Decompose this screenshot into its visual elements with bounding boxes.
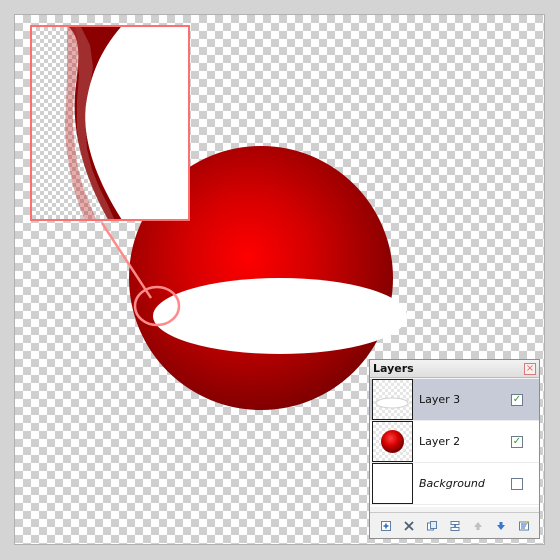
duplicate-layer-icon[interactable] — [425, 519, 439, 533]
layer-thumbnail-layer-2 — [372, 421, 413, 462]
layer-row-background[interactable]: Background — [370, 463, 539, 505]
layer-row-layer-3[interactable]: Layer 3 ✓ — [370, 379, 539, 421]
visibility-checkbox-background[interactable] — [511, 477, 523, 490]
properties-icon[interactable] — [517, 519, 531, 533]
visibility-checkbox-layer-3[interactable]: ✓ — [511, 393, 523, 406]
add-layer-icon[interactable] — [379, 519, 393, 533]
move-up-icon — [471, 519, 485, 533]
layer-thumbnail-background — [372, 463, 413, 504]
close-glyph: × — [525, 362, 535, 374]
layers-panel: Layers × Layer 3 ✓ Layer 2 ✓ Background — [369, 359, 540, 539]
panel-title: Layers — [373, 362, 414, 375]
check-icon: ✓ — [512, 435, 522, 447]
band-ellipse — [153, 278, 407, 354]
layer-row-layer-2[interactable]: Layer 2 ✓ — [370, 421, 539, 463]
layer-thumbnail-icon — [375, 397, 409, 409]
delete-layer-icon[interactable] — [402, 519, 416, 533]
layer-name-layer-2: Layer 2 — [419, 435, 461, 448]
panel-header: Layers × — [370, 360, 539, 378]
check-icon: ✓ — [512, 393, 522, 405]
merge-layer-icon[interactable] — [448, 519, 462, 533]
layer-name-layer-3: Layer 3 — [419, 393, 461, 406]
move-down-icon[interactable] — [494, 519, 508, 533]
visibility-checkbox-layer-2[interactable]: ✓ — [511, 435, 523, 448]
layers-toolbar — [370, 512, 539, 538]
zoom-inset — [30, 25, 190, 221]
close-icon[interactable]: × — [524, 362, 536, 375]
image-editor: Layers × Layer 3 ✓ Layer 2 ✓ Background — [0, 0, 560, 560]
layer-thumbnail-icon — [381, 430, 404, 453]
zoom-content — [65, 27, 188, 219]
layer-list: Layer 3 ✓ Layer 2 ✓ Background — [370, 379, 539, 507]
layer-name-background: Background — [419, 477, 485, 490]
layer-thumbnail-layer-3 — [372, 379, 413, 420]
